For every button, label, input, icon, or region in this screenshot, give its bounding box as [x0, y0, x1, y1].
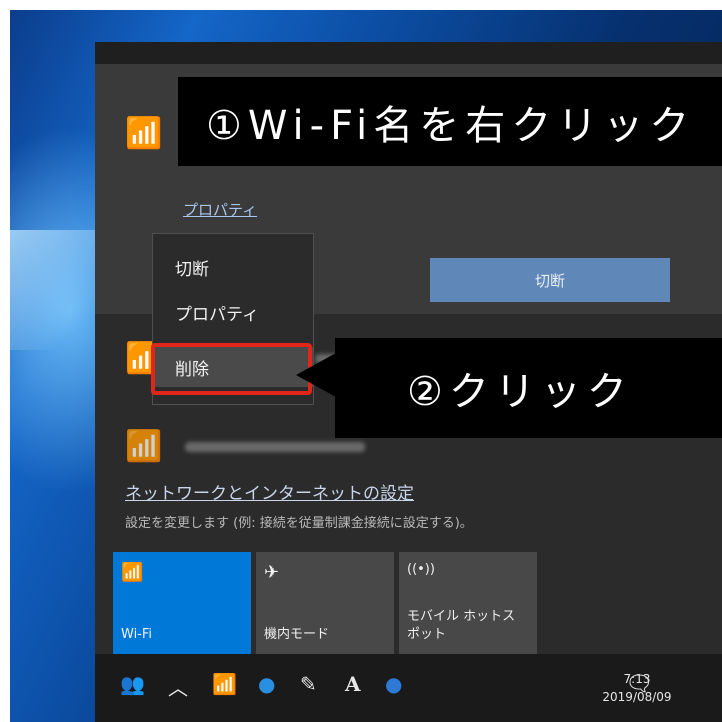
step1-callout: ①Wi-Fi名を右クリック — [178, 77, 722, 166]
hotspot-icon: ((•)) — [407, 562, 435, 577]
network-name-blurred — [185, 442, 365, 452]
bluetooth-icon[interactable]: ● — [258, 672, 275, 696]
action-center-icon[interactable]: 🗨 — [625, 672, 653, 697]
wifi-icon: 📶 — [121, 562, 144, 583]
airplane-mode-tile[interactable]: ✈ 機内モード — [256, 552, 394, 654]
mobile-hotspot-tile[interactable]: ((•)) モバイル ホットス ポット — [399, 552, 537, 654]
flyout-top-strip — [95, 42, 722, 64]
airplane-icon: ✈ — [264, 562, 280, 583]
properties-link[interactable]: プロパティ — [183, 199, 257, 220]
wifi-icon: 📶 — [125, 116, 163, 151]
network-settings-description: 設定を変更します (例: 接続を従量制課金接続に設定する)。 — [125, 516, 473, 531]
globe-icon[interactable]: ● — [385, 672, 402, 696]
pen-icon[interactable]: ✎ — [300, 672, 317, 696]
network-settings-link[interactable]: ネットワークとインターネットの設定 — [125, 479, 414, 504]
disconnect-button[interactable]: 切断 — [430, 258, 670, 302]
people-icon[interactable]: 👥 — [120, 672, 145, 696]
wifi-tile[interactable]: 📶 Wi-Fi — [113, 552, 251, 654]
wifi-icon: 📶 — [125, 429, 163, 464]
tile-label: モバイル ホットス ポット — [407, 609, 516, 642]
tile-label: Wi-Fi — [121, 627, 153, 642]
wifi-icon[interactable]: 📶 — [212, 672, 237, 696]
delete-highlight-box — [151, 343, 312, 395]
menu-item-properties[interactable]: プロパティ — [153, 292, 313, 332]
taskbar: 👥 ︿ 📶 ● ✎ A ● 7:13 2019/08/09 🗨 — [95, 654, 722, 722]
menu-item-disconnect[interactable]: 切断 — [153, 247, 313, 287]
step2-callout: ②クリック — [335, 338, 722, 438]
chevron-up-icon[interactable]: ︿ — [168, 672, 188, 701]
tile-label: 機内モード — [264, 627, 330, 642]
ime-icon[interactable]: A — [345, 672, 361, 696]
callout-arrow — [296, 353, 336, 397]
